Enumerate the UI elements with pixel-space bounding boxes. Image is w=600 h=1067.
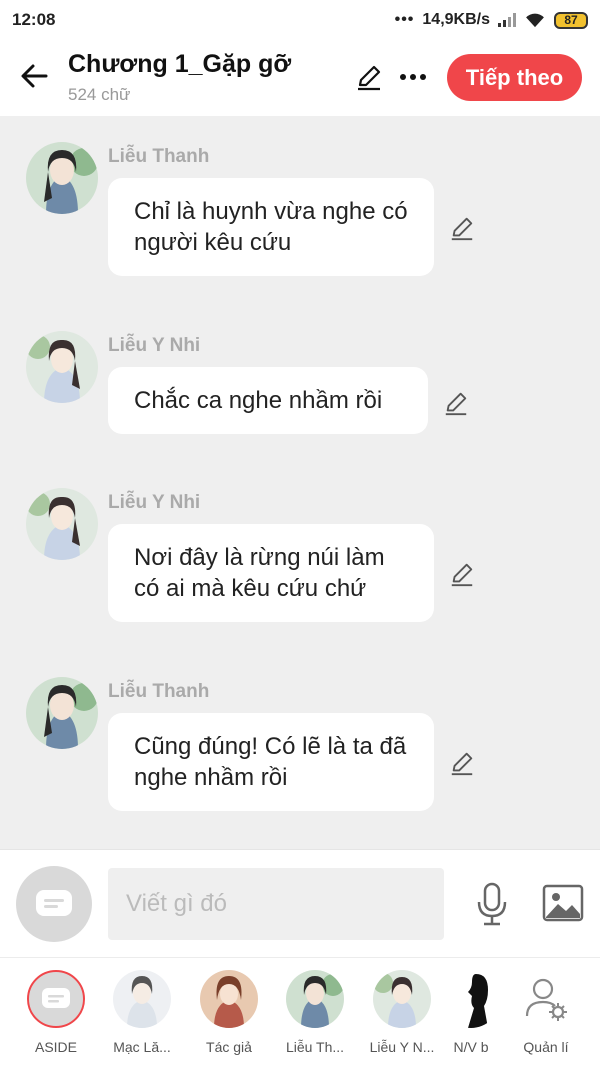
character-nv[interactable]: N/V b xyxy=(436,970,506,1055)
edit-chapter-button[interactable] xyxy=(352,60,386,94)
insert-image-button[interactable] xyxy=(540,880,586,926)
composer-bar xyxy=(0,849,600,957)
character-bar: ASIDE Mạc Lă... Tác giả Liễu Th... Liễu … xyxy=(0,957,600,1067)
pencil-icon xyxy=(445,392,467,416)
character-avatar xyxy=(200,970,258,1028)
character-lieu-y-nhi[interactable]: Liễu Y N... xyxy=(359,970,445,1055)
character-avatar xyxy=(286,970,344,1028)
edit-message-button[interactable] xyxy=(440,387,472,419)
chat-bubble-icon xyxy=(36,890,72,916)
message-input[interactable] xyxy=(108,868,444,940)
avatar-portrait-icon xyxy=(26,677,98,749)
character-label: N/V b xyxy=(453,1039,489,1055)
battery-icon: 87 xyxy=(554,11,588,29)
character-avatar xyxy=(113,970,171,1028)
word-count: 524 chữ xyxy=(68,85,131,104)
status-bar: 12:08 ••• 14,9KB/s 87 xyxy=(0,0,600,40)
manage-characters-icon xyxy=(517,970,575,1028)
avatar-portrait-icon xyxy=(26,142,98,214)
avatar-portrait-icon xyxy=(26,488,98,560)
edit-message-button[interactable] xyxy=(446,558,478,590)
character-label: Quản lí xyxy=(523,1039,569,1055)
pencil-icon xyxy=(451,217,473,241)
message-bubble[interactable]: Chắc ca nghe nhầm rồi xyxy=(108,367,428,434)
character-label: Tác giả xyxy=(206,1039,252,1055)
next-chapter-button[interactable]: Tiếp theo xyxy=(447,54,582,101)
character-label: Mạc Lă... xyxy=(113,1039,171,1055)
avatar-lieu-y-nhi[interactable] xyxy=(26,331,98,403)
character-lieu-thanh[interactable]: Liễu Th... xyxy=(272,970,358,1055)
more-options-button[interactable] xyxy=(396,60,430,94)
aside-toggle-button[interactable] xyxy=(16,866,92,942)
wifi-icon xyxy=(526,13,544,28)
message-author: Liễu Thanh xyxy=(108,146,210,167)
avatar-lieu-y-nhi[interactable] xyxy=(26,488,98,560)
character-label: Liễu Th... xyxy=(285,1039,345,1055)
character-avatar xyxy=(373,970,431,1028)
back-button[interactable] xyxy=(16,58,52,94)
more-dots-icon xyxy=(400,74,426,80)
microphone-icon xyxy=(477,882,507,926)
character-silhouette-icon xyxy=(442,970,500,1028)
aside-icon xyxy=(27,970,85,1028)
image-icon xyxy=(542,884,584,922)
message-author: Liễu Thanh xyxy=(108,681,210,702)
character-aside[interactable]: ASIDE xyxy=(13,970,99,1055)
message-bubble[interactable]: Nơi đây là rừng núi làm có ai mà kêu cứu… xyxy=(108,524,434,622)
signal-icon xyxy=(498,13,516,27)
message-author: Liễu Y Nhi xyxy=(108,335,201,356)
pencil-icon xyxy=(451,752,473,776)
avatar-lieu-thanh[interactable] xyxy=(26,142,98,214)
battery-level: 87 xyxy=(564,13,578,27)
dots-icon: ••• xyxy=(394,11,415,28)
avatar-lieu-thanh[interactable] xyxy=(26,677,98,749)
back-arrow-icon xyxy=(21,64,48,88)
pencil-icon xyxy=(451,563,473,587)
network-speed: 14,9KB/s xyxy=(422,11,490,28)
voice-input-button[interactable] xyxy=(470,880,514,928)
edit-message-button[interactable] xyxy=(446,747,478,779)
manage-characters-button[interactable]: Quản lí xyxy=(503,970,589,1055)
edit-message-button[interactable] xyxy=(446,212,478,244)
character-author[interactable]: Tác giả xyxy=(186,970,272,1055)
message-bubble[interactable]: Cũng đúng! Có lẽ là ta đã nghe nhầm rồi xyxy=(108,713,434,811)
character-label: Liễu Y N... xyxy=(369,1039,435,1055)
message-list[interactable]: Liễu Thanh Chỉ là huynh vừa nghe có ngườ… xyxy=(0,116,600,849)
chapter-title: Chương 1_Gặp gỡ xyxy=(68,50,292,78)
character-mac-lang[interactable]: Mạc Lă... xyxy=(99,970,185,1055)
status-time: 12:08 xyxy=(12,10,56,29)
pencil-icon xyxy=(358,65,381,91)
character-label: ASIDE xyxy=(34,1039,77,1055)
status-indicators: ••• 14,9KB/s 87 xyxy=(395,11,588,29)
chapter-header: Chương 1_Gặp gỡ 524 chữ Tiếp theo xyxy=(0,40,600,116)
avatar-portrait-icon xyxy=(26,331,98,403)
title-block: Chương 1_Gặp gỡ 524 chữ xyxy=(68,50,291,105)
message-bubble[interactable]: Chỉ là huynh vừa nghe có người kêu cứu xyxy=(108,178,434,276)
message-author: Liễu Y Nhi xyxy=(108,492,201,513)
